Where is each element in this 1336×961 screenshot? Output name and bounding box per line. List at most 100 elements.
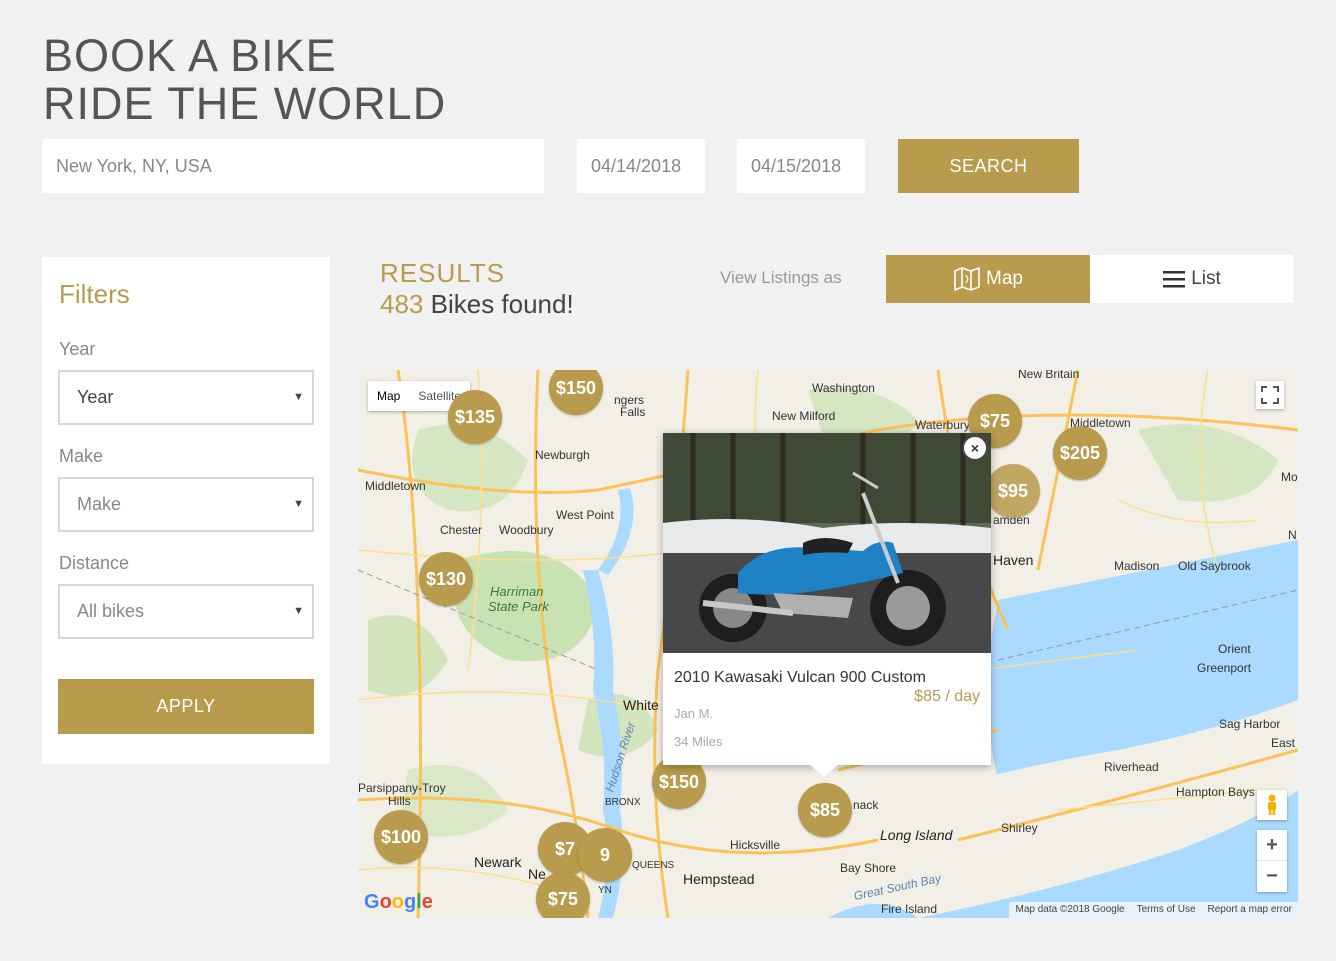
map-label: Hicksville: [730, 838, 781, 852]
zoom-in-button[interactable]: +: [1257, 830, 1287, 861]
map-type-map-button[interactable]: Map: [368, 381, 409, 411]
price-pin[interactable]: $75: [536, 872, 590, 918]
listing-info-window[interactable]: × 2010 Kawasaki Vulcan 900 Custom $85 / …: [663, 433, 991, 765]
map-label: East Ha: [1271, 736, 1298, 750]
street-view-button[interactable]: [1257, 790, 1287, 820]
map-label: Hampton Bays: [1176, 785, 1255, 799]
map-label: Bay Shore: [840, 861, 897, 875]
results-number: 483: [380, 289, 424, 319]
map-label: Long Island: [880, 827, 953, 843]
map-data-credit: Map data ©2018 Google: [1015, 904, 1125, 915]
map-label: N: [1288, 528, 1297, 542]
map-label: Woodbury: [499, 523, 554, 537]
price-pin[interactable]: $85: [798, 783, 852, 837]
make-select[interactable]: Make ▼: [58, 477, 314, 532]
year-select-value: Year: [77, 387, 114, 407]
apply-button[interactable]: APPLY: [58, 679, 314, 734]
fullscreen-button[interactable]: [1256, 381, 1284, 409]
price-pin[interactable]: $100: [374, 810, 428, 864]
map-label: Parsippany-Troy: [358, 781, 446, 795]
terms-of-use-link[interactable]: Terms of Use: [1131, 902, 1202, 918]
pegman-icon: [1268, 794, 1276, 815]
bike-owner: Jan M.: [674, 706, 714, 721]
view-map-label: Map: [986, 268, 1023, 289]
price-pin[interactable]: $95: [986, 464, 1040, 518]
map-label: New Milford: [772, 409, 836, 423]
start-date-input[interactable]: 04/14/2018: [577, 139, 705, 193]
zoom-control: + −: [1257, 830, 1287, 892]
view-list-label: List: [1191, 268, 1221, 289]
distance-select-value: All bikes: [77, 601, 145, 621]
map-label: Chester: [440, 523, 483, 537]
year-label: Year: [59, 339, 96, 359]
map-label: YN: [598, 885, 612, 896]
map-label: Falls: [620, 405, 646, 419]
map-label: Harriman: [490, 584, 544, 599]
filters-title: Filters: [59, 279, 130, 309]
map-label: Greenport: [1197, 661, 1252, 675]
end-date-input[interactable]: 04/15/2018: [737, 139, 865, 193]
caret-down-icon: ▼: [293, 605, 304, 617]
price-pin[interactable]: 9: [578, 828, 632, 882]
map-label: Middletown: [365, 479, 426, 493]
fullscreen-icon: [1261, 386, 1279, 404]
view-list-button[interactable]: List: [1090, 255, 1293, 303]
map-label: White: [623, 697, 659, 713]
map-label: Waterbury: [915, 418, 970, 432]
map-label: Washington: [812, 381, 875, 395]
caret-down-icon: ▼: [293, 391, 304, 403]
zoom-out-button[interactable]: −: [1257, 861, 1287, 892]
map-label: nack: [853, 798, 879, 812]
report-map-error-link[interactable]: Report a map error: [1202, 902, 1298, 918]
view-map-button[interactable]: Map: [886, 255, 1090, 303]
map-label: Hempstead: [683, 871, 755, 887]
map[interactable]: Newburgh Middletown Chester Woodbury Wes…: [358, 370, 1298, 918]
map-label: BRONX: [605, 797, 641, 808]
distance-label: Distance: [59, 553, 130, 573]
caret-down-icon: ▼: [293, 498, 304, 510]
filters-panel: Filters Year Year ▼ Make Make ▼ Distance…: [42, 257, 330, 764]
map-label: West Point: [556, 508, 614, 522]
make-select-value: Make: [77, 494, 122, 514]
results-suffix: Bikes found!: [423, 289, 574, 319]
make-label: Make: [59, 446, 104, 466]
map-label: Haven: [993, 552, 1034, 568]
map-label: Sag Harbor: [1219, 717, 1281, 731]
bike-distance: 34 Miles: [674, 734, 723, 749]
map-label: Old Saybrook: [1178, 559, 1251, 573]
bike-price: $85 / day: [914, 688, 980, 705]
motorcycle-image: [663, 433, 991, 653]
map-label: Madison: [1114, 559, 1160, 573]
location-input[interactable]: New York, NY, USA: [42, 139, 544, 193]
map-label: Mo: [1281, 470, 1298, 484]
close-button[interactable]: ×: [962, 435, 988, 461]
search-button[interactable]: SEARCH: [898, 139, 1079, 193]
view-as-label: View Listings as: [720, 268, 842, 287]
map-attribution: Map data ©2018 Google Terms of Use Repor…: [1009, 902, 1298, 918]
results-label: RESULTS: [380, 258, 505, 288]
page-title-line-1: BOOK A BIKE: [43, 30, 337, 81]
page-title: BOOK A BIKE RIDE THE WORLD: [43, 32, 446, 128]
list-icon: [1163, 271, 1186, 288]
page-title-line-2: RIDE THE WORLD: [43, 78, 447, 129]
year-select[interactable]: Year ▼: [58, 370, 314, 425]
map-label: State Park: [488, 599, 549, 614]
info-window-pointer: [810, 765, 838, 777]
price-pin[interactable]: $130: [419, 552, 473, 606]
results-count: 483 Bikes found!: [380, 289, 574, 320]
map-label: Newburgh: [535, 448, 590, 462]
map-label: Shirley: [1001, 821, 1038, 835]
map-label: QUEENS: [632, 860, 675, 871]
bike-title[interactable]: 2010 Kawasaki Vulcan 900 Custom: [674, 669, 926, 687]
map-icon: [954, 267, 980, 291]
map-label: Hills: [388, 794, 411, 808]
map-label: New Britain: [1018, 370, 1080, 381]
distance-select[interactable]: All bikes ▼: [58, 584, 314, 639]
bike-photo[interactable]: [663, 433, 991, 653]
map-label: Newark: [474, 854, 522, 870]
map-label: Orient: [1218, 642, 1251, 656]
price-pin[interactable]: $205: [1053, 426, 1107, 480]
map-label: Riverhead: [1104, 760, 1159, 774]
price-pin[interactable]: $135: [448, 390, 502, 444]
google-logo: Google: [364, 891, 433, 913]
